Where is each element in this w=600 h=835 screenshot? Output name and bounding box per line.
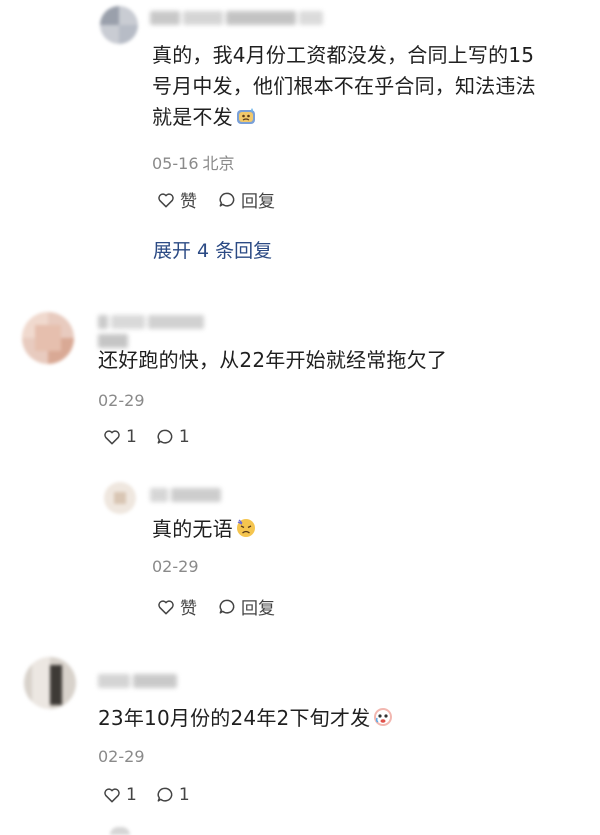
comment-date: 02-29 [98,391,145,410]
avatar[interactable] [104,482,136,514]
username[interactable] [98,673,198,689]
crying-face-icon [374,708,393,726]
like-button[interactable]: 1 [102,427,137,447]
comment-bubble-icon [219,599,235,614]
comment-item: 真的无语 02-29 赞 回复 [0,475,600,625]
reply-button[interactable]: 回复 [217,594,275,619]
avatar[interactable] [100,6,138,44]
comment-actions: 赞 回复 [156,187,275,212]
reply-count: 1 [178,427,190,447]
like-button[interactable]: 1 [102,785,137,805]
reply-button[interactable]: 回复 [217,187,275,212]
comment-text: 真的，我4月份工资都没发，合同上写的15 号月中发，他们根本不在乎合同，知法违法… [152,43,536,129]
comment-location: 北京 [202,154,235,173]
comment-actions: 赞 回复 [156,594,275,619]
heart-icon [104,430,120,445]
like-button[interactable]: 赞 [156,187,197,212]
sweat-face-icon [236,108,255,124]
reply-button[interactable]: 1 [155,785,190,805]
comment-actions: 1 1 [102,427,190,447]
username[interactable] [150,487,240,503]
username[interactable] [98,314,238,348]
heart-icon [158,599,174,614]
avatar[interactable] [22,312,74,364]
comment-text: 真的无语 [152,514,572,545]
comment-item: 还好跑的快，从22年开始就经常拖欠了 02-29 1 1 [0,290,600,470]
like-button[interactable]: 赞 [156,594,197,619]
avatar[interactable] [24,657,76,709]
comment-text: 23年10月份的24年2下旬才发 [98,703,578,734]
avatar[interactable] [110,827,130,835]
comment-bubble-icon [219,192,235,207]
heart-icon [104,788,120,803]
expand-replies-link[interactable]: 展开 4 条回复 [153,236,272,263]
comment-item: 真的，我4月份工资都没发，合同上写的15 号月中发，他们根本不在乎合同，知法违法… [0,0,600,280]
reply-count: 1 [178,785,190,805]
comment-date: 05-16 [152,154,199,173]
like-count: 1 [126,427,137,447]
like-count: 1 [126,785,137,805]
comment-bubble-icon [157,787,173,802]
comment-bubble-icon [157,429,173,444]
comment-date: 02-29 [152,557,199,576]
comment-date: 02-29 [98,747,145,766]
comment-actions: 1 1 [102,785,190,805]
comment-meta: 05-16 北京 [152,150,235,174]
comment-item: 23年10月份的24年2下旬才发 02-29 1 1 [0,645,600,835]
username[interactable] [150,10,330,26]
reply-button[interactable]: 1 [155,427,190,447]
weary-face-icon [236,519,255,537]
heart-icon [158,192,174,207]
comment-text: 还好跑的快，从22年开始就经常拖欠了 [98,348,448,372]
